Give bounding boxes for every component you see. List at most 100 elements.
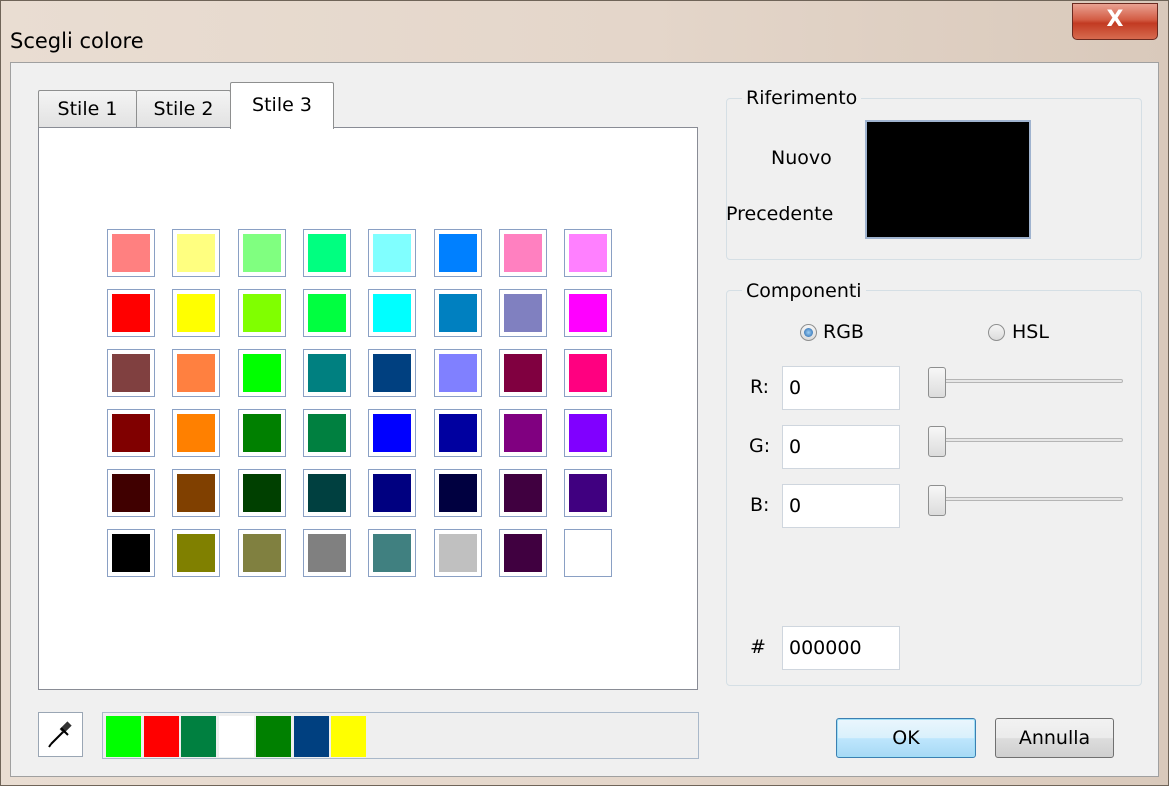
swatch-panel bbox=[38, 127, 698, 690]
eyedropper-icon bbox=[48, 721, 72, 748]
color-swatch[interactable] bbox=[368, 529, 417, 577]
color-swatch[interactable] bbox=[368, 349, 417, 397]
swatch-fill bbox=[503, 294, 542, 332]
swatch-fill bbox=[112, 234, 150, 272]
recent-color-swatch[interactable] bbox=[143, 716, 179, 757]
color-swatch[interactable] bbox=[433, 289, 482, 337]
recent-color-swatch[interactable] bbox=[331, 716, 366, 757]
color-swatch[interactable] bbox=[302, 469, 351, 517]
swatch-fill bbox=[569, 414, 608, 452]
swatch-fill bbox=[242, 414, 281, 452]
hsl-radio[interactable] bbox=[988, 324, 1005, 341]
color-swatch[interactable] bbox=[368, 289, 417, 337]
blue-slider-thumb[interactable] bbox=[928, 485, 946, 516]
color-swatch[interactable] bbox=[302, 349, 351, 397]
color-swatch[interactable] bbox=[107, 229, 155, 277]
recent-color-swatch[interactable] bbox=[106, 716, 141, 757]
color-swatch[interactable] bbox=[498, 529, 547, 577]
swatch-fill bbox=[177, 354, 216, 392]
color-swatch[interactable] bbox=[433, 529, 482, 577]
red-input[interactable]: 0 bbox=[782, 366, 900, 410]
green-input[interactable]: 0 bbox=[782, 425, 900, 469]
swatch-fill bbox=[569, 474, 608, 512]
color-swatch[interactable] bbox=[237, 409, 286, 457]
color-swatch[interactable] bbox=[498, 289, 547, 337]
color-swatch[interactable] bbox=[564, 529, 613, 577]
cancel-button[interactable]: Annulla bbox=[995, 718, 1114, 758]
tab-label: Stile 1 bbox=[57, 98, 118, 120]
color-swatch[interactable] bbox=[498, 229, 547, 277]
tab-stile-1[interactable]: Stile 1 bbox=[38, 90, 137, 127]
color-swatch[interactable] bbox=[107, 529, 155, 577]
swatch-fill bbox=[503, 234, 542, 272]
color-swatch[interactable] bbox=[433, 469, 482, 517]
color-swatch[interactable] bbox=[498, 469, 547, 517]
color-swatch[interactable] bbox=[107, 289, 155, 337]
red-slider-track[interactable] bbox=[929, 379, 1123, 383]
swatch-fill bbox=[112, 474, 150, 512]
blue-slider-track[interactable] bbox=[929, 497, 1123, 501]
blue-input[interactable]: 0 bbox=[782, 484, 900, 528]
color-swatch[interactable] bbox=[368, 469, 417, 517]
color-swatch[interactable] bbox=[368, 229, 417, 277]
swatch-fill bbox=[569, 294, 608, 332]
color-swatch[interactable] bbox=[107, 409, 155, 457]
green-slider-thumb[interactable] bbox=[928, 426, 946, 457]
color-swatch[interactable] bbox=[172, 529, 221, 577]
swatch-fill bbox=[503, 414, 542, 452]
eyedropper-button[interactable] bbox=[38, 712, 83, 757]
red-slider-thumb[interactable] bbox=[928, 367, 946, 398]
swatch-fill bbox=[242, 234, 281, 272]
color-swatch[interactable] bbox=[433, 409, 482, 457]
previous-color-preview bbox=[869, 179, 1027, 235]
new-color-label: Nuovo bbox=[771, 147, 832, 169]
tab-stile-2[interactable]: Stile 2 bbox=[136, 90, 231, 127]
color-swatch[interactable] bbox=[564, 469, 613, 517]
swatch-fill bbox=[177, 414, 216, 452]
color-swatch[interactable] bbox=[564, 229, 613, 277]
color-swatch[interactable] bbox=[433, 229, 482, 277]
color-swatch[interactable] bbox=[368, 409, 417, 457]
color-swatch[interactable] bbox=[564, 349, 613, 397]
green-slider-track[interactable] bbox=[929, 438, 1123, 442]
recent-color-swatch[interactable] bbox=[293, 716, 329, 757]
swatch-fill bbox=[438, 414, 477, 452]
color-swatch[interactable] bbox=[107, 349, 155, 397]
swatch-fill bbox=[438, 234, 477, 272]
title-bar[interactable]: Scegli colore X bbox=[0, 0, 1169, 62]
recent-color-swatch[interactable] bbox=[181, 716, 216, 757]
swatch-fill bbox=[503, 534, 542, 572]
swatch-fill bbox=[373, 294, 412, 332]
color-swatch[interactable] bbox=[302, 229, 351, 277]
color-swatch[interactable] bbox=[237, 529, 286, 577]
color-swatch[interactable] bbox=[302, 529, 351, 577]
tab-stile-3[interactable]: Stile 3 bbox=[230, 82, 334, 129]
color-swatch[interactable] bbox=[172, 409, 221, 457]
color-swatch[interactable] bbox=[498, 409, 547, 457]
color-swatch[interactable] bbox=[237, 469, 286, 517]
color-swatch[interactable] bbox=[172, 229, 221, 277]
color-swatch[interactable] bbox=[172, 469, 221, 517]
color-swatch[interactable] bbox=[172, 289, 221, 337]
swatch-fill bbox=[177, 234, 216, 272]
color-swatch[interactable] bbox=[564, 289, 613, 337]
color-swatch[interactable] bbox=[302, 409, 351, 457]
recent-color-swatch[interactable] bbox=[218, 716, 254, 757]
hsl-radio-label: HSL bbox=[1012, 321, 1049, 343]
ok-button[interactable]: OK bbox=[836, 718, 976, 758]
color-swatch[interactable] bbox=[237, 289, 286, 337]
color-swatch[interactable] bbox=[107, 469, 155, 517]
color-swatch[interactable] bbox=[498, 349, 547, 397]
color-swatch[interactable] bbox=[302, 289, 351, 337]
rgb-radio-label: RGB bbox=[823, 321, 864, 343]
color-swatch[interactable] bbox=[172, 349, 221, 397]
previous-color-label: Precedente bbox=[726, 203, 834, 225]
color-swatch[interactable] bbox=[237, 229, 286, 277]
close-button[interactable]: X bbox=[1072, 3, 1158, 40]
rgb-radio[interactable] bbox=[800, 324, 817, 341]
color-swatch[interactable] bbox=[237, 349, 286, 397]
color-swatch[interactable] bbox=[433, 349, 482, 397]
hex-input[interactable]: 000000 bbox=[782, 626, 900, 670]
recent-color-swatch[interactable] bbox=[256, 716, 291, 757]
color-swatch[interactable] bbox=[564, 409, 613, 457]
